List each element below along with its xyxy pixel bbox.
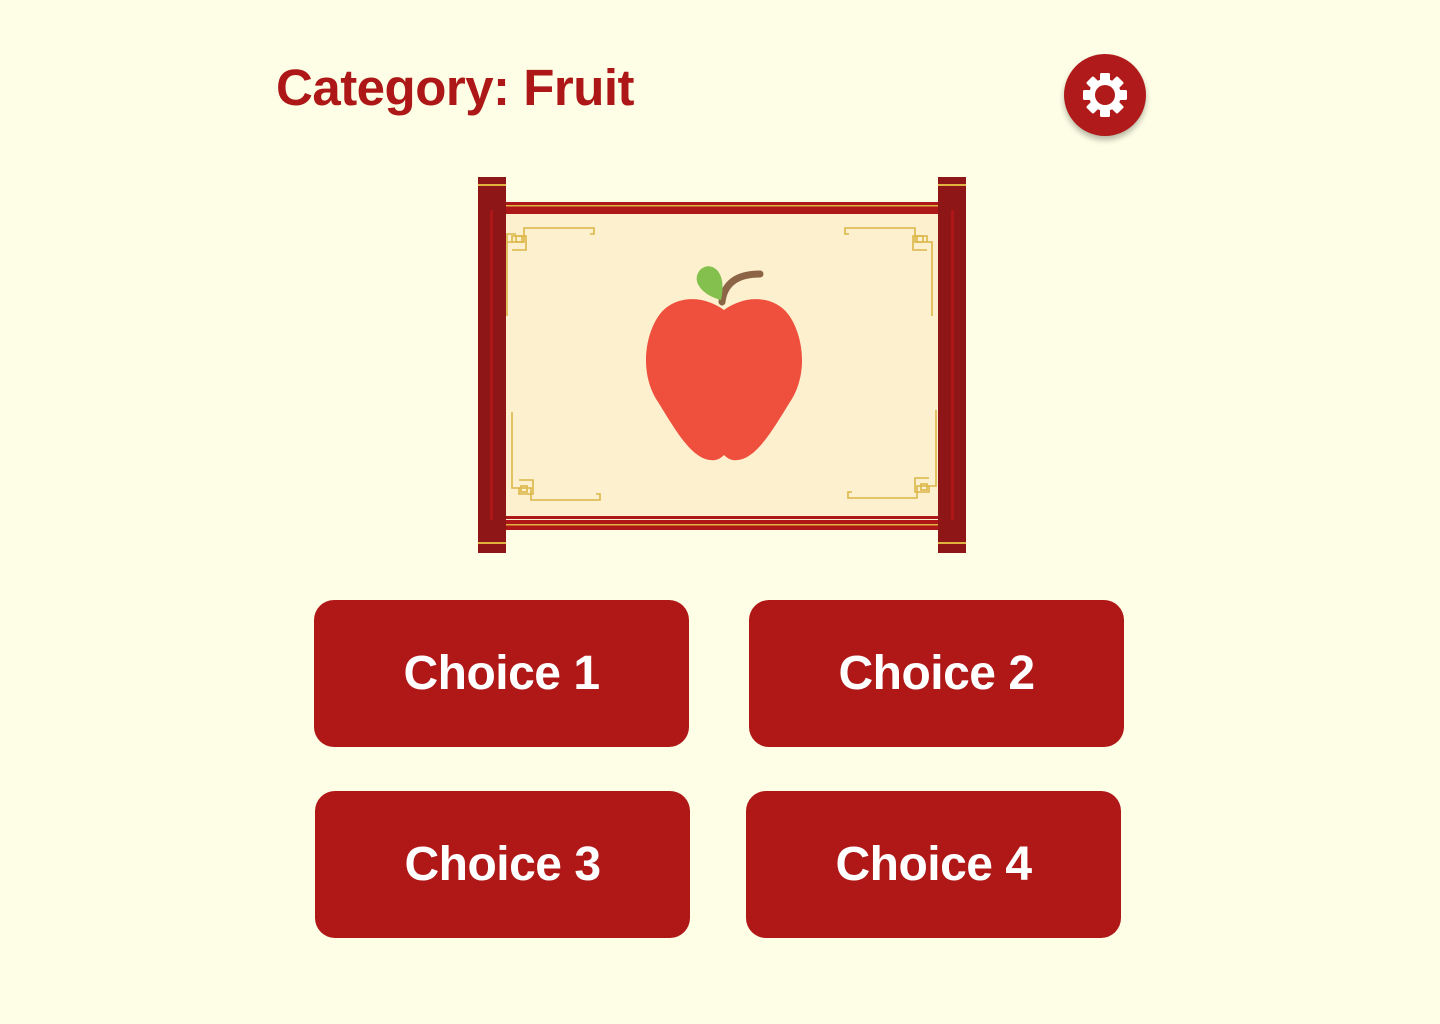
choice-4-button[interactable]: Choice 4 — [746, 791, 1121, 938]
settings-button[interactable] — [1064, 54, 1146, 136]
apple-icon — [645, 266, 803, 461]
choice-1-button[interactable]: Choice 1 — [314, 600, 689, 747]
choice-3-button[interactable]: Choice 3 — [315, 791, 690, 938]
choice-2-button[interactable]: Choice 2 — [749, 600, 1124, 747]
category-title: Category: Fruit — [276, 59, 635, 116]
gear-icon — [1083, 73, 1127, 117]
picture-scroll-frame — [476, 176, 968, 556]
